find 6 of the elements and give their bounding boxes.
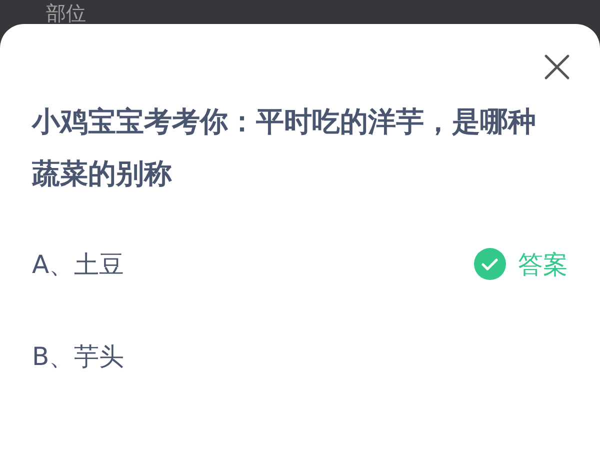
answer-label: 答案: [518, 248, 568, 280]
background-title: 部位: [46, 2, 86, 24]
answer-option[interactable]: B、芋头: [32, 340, 124, 372]
question-text: 小鸡宝宝考考你：平时吃的洋芋，是哪种蔬菜的别称: [32, 104, 537, 192]
close-icon[interactable]: [544, 54, 570, 80]
answer-option[interactable]: A、土豆: [32, 248, 124, 280]
